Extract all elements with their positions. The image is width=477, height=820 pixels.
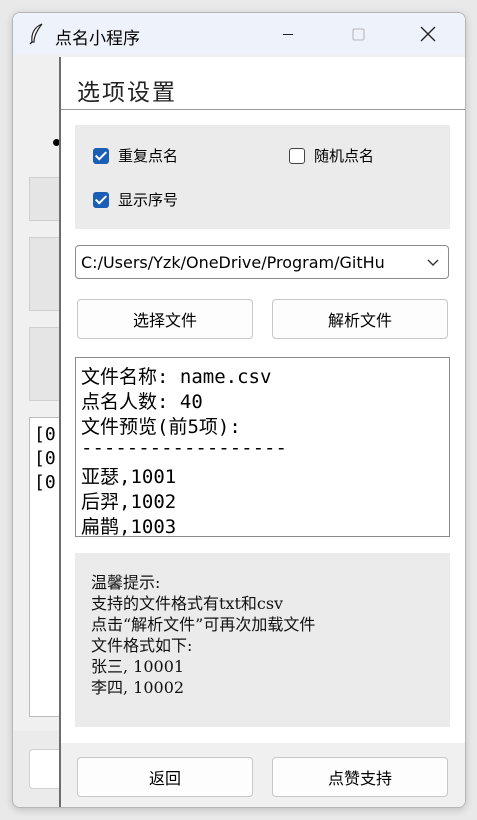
options-dialog: 选项设置 重复点名 随机点名 显示序号 C:/Users/Yzk/OneDriv…	[59, 57, 465, 807]
like-support-button[interactable]: 点赞支持	[272, 757, 448, 797]
back-button[interactable]: 返回	[77, 757, 253, 797]
preview-line: ------------------	[81, 437, 287, 459]
maximize-button[interactable]	[323, 13, 393, 55]
background-log-line: [0	[34, 472, 56, 493]
random-call-checkbox[interactable]: 随机点名	[289, 145, 374, 166]
repeat-call-checkbox[interactable]: 重复点名	[93, 145, 178, 166]
checkbox-checked-icon[interactable]	[93, 147, 109, 164]
close-button[interactable]	[393, 13, 463, 55]
options-panel: 重复点名 随机点名 显示序号	[75, 125, 450, 229]
title-divider	[61, 109, 465, 110]
minimize-icon	[283, 33, 293, 36]
select-file-button[interactable]: 选择文件	[77, 299, 253, 339]
file-path-combobox[interactable]: C:/Users/Yzk/OneDrive/Program/GitHu	[75, 245, 449, 279]
chevron-down-icon[interactable]	[426, 257, 440, 267]
close-icon	[420, 26, 436, 42]
preview-line: 文件预览(前5项):	[81, 416, 241, 438]
background-log-line: [0	[34, 424, 56, 445]
preview-line: 点名人数: 40	[81, 391, 203, 413]
file-path-value: C:/Users/Yzk/OneDrive/Program/GitHu	[81, 253, 385, 272]
preview-line: 扁鹊,1003	[81, 516, 177, 537]
random-call-label: 随机点名	[314, 147, 375, 165]
show-index-checkbox[interactable]: 显示序号	[93, 189, 178, 210]
preview-line: 亚瑟,1001	[81, 466, 177, 488]
tip-line: 李四, 10002	[91, 678, 185, 697]
title-bar[interactable]: 点名小程序	[13, 13, 465, 55]
minimize-button[interactable]	[253, 13, 323, 55]
maximize-icon	[352, 28, 365, 41]
file-preview-textbox[interactable]: 文件名称: name.csv 点名人数: 40 文件预览(前5项): -----…	[75, 357, 450, 537]
tips-panel: 温馨提示: 支持的文件格式有txt和csv 点击“解析文件”可再次加载文件 文件…	[75, 553, 450, 727]
checkbox-unchecked-icon[interactable]	[289, 147, 305, 164]
app-window: 点名小程序 [0 [0 [0 选项设置 重复点名 随机点名 显示序号 C:/Us…	[12, 12, 466, 808]
parse-file-button[interactable]: 解析文件	[272, 299, 448, 339]
preview-line: 文件名称: name.csv	[81, 366, 272, 388]
show-index-label: 显示序号	[118, 191, 179, 209]
checkbox-checked-icon[interactable]	[93, 191, 109, 208]
window-title: 点名小程序	[55, 29, 140, 49]
feather-quill-icon	[29, 23, 43, 45]
preview-line: 后羿,1002	[81, 491, 177, 513]
background-log-line: [0	[34, 448, 56, 469]
dialog-title: 选项设置	[77, 80, 177, 106]
repeat-call-label: 重复点名	[118, 147, 179, 165]
